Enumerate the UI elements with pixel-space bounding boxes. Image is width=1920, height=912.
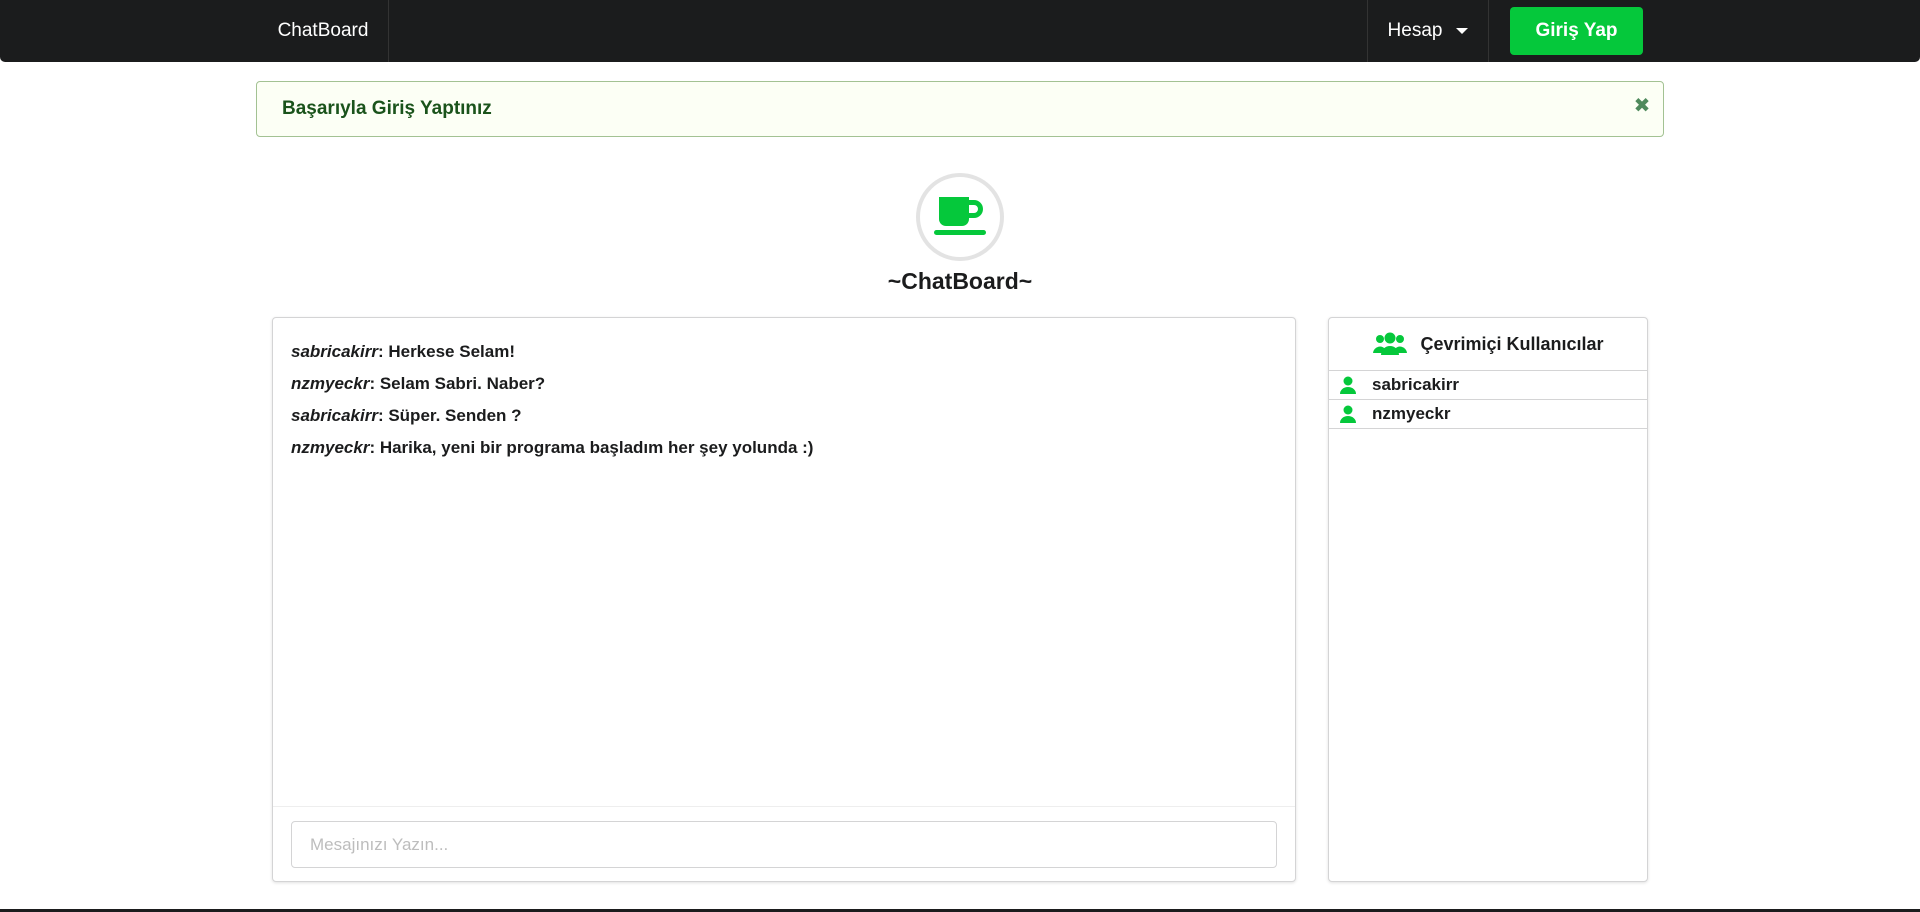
chat-message: sabricakirr: Herkese Selam!	[291, 336, 1277, 368]
message-input[interactable]	[291, 821, 1277, 868]
user-icon	[1340, 405, 1356, 423]
close-icon[interactable]: ✖	[1631, 95, 1653, 117]
brand-link[interactable]: ChatBoard	[258, 0, 389, 62]
online-user-name: nzmyeckr	[1372, 404, 1451, 423]
message-list: sabricakirr: Herkese Selam! nzmyeckr: Se…	[291, 336, 1277, 464]
success-alert: Başarıyla Giriş Yaptınız ✖	[256, 81, 1664, 137]
chat-message: nzmyeckr: Selam Sabri. Naber?	[291, 368, 1277, 400]
chat-panel: sabricakirr: Herkese Selam! nzmyeckr: Se…	[272, 317, 1296, 882]
alert-message: Başarıyla Giriş Yaptınız	[282, 98, 492, 119]
chat-footer	[273, 806, 1295, 881]
users-icon	[1373, 332, 1408, 355]
account-dropdown-label: Hesap	[1387, 20, 1443, 41]
top-navbar: ChatBoard Hesap Giriş Yap	[0, 0, 1920, 62]
caret-down-icon	[1456, 28, 1469, 34]
user-icon	[1340, 376, 1356, 394]
message-author: sabricakirr	[291, 342, 378, 361]
online-user-item[interactable]: sabricakirr	[1329, 371, 1647, 400]
online-users-header: Çevrimiçi Kullanıcılar	[1329, 318, 1647, 371]
message-author: sabricakirr	[291, 406, 378, 425]
message-author: nzmyeckr	[291, 438, 370, 457]
message-text: : Selam Sabri. Naber?	[369, 374, 546, 393]
chat-message: sabricakirr: Süper. Senden ?	[291, 400, 1277, 432]
online-users-title: Çevrimiçi Kullanıcılar	[1420, 333, 1604, 354]
page-title: ~ChatBoard~	[887, 268, 1033, 294]
logo	[916, 173, 1004, 261]
account-dropdown[interactable]: Hesap	[1367, 0, 1489, 62]
online-users-panel: Çevrimiçi Kullanıcılar sabricakirr nzmye…	[1328, 317, 1648, 882]
chat-message: nzmyeckr: Harika, yeni bir programa başl…	[291, 432, 1277, 464]
message-text: : Herkese Selam!	[377, 342, 515, 361]
online-user-name: sabricakirr	[1372, 375, 1459, 394]
message-text: : Harika, yeni bir programa başladım her…	[369, 438, 814, 457]
coffee-cup-icon	[934, 197, 986, 235]
message-author: nzmyeckr	[291, 374, 370, 393]
online-user-item[interactable]: nzmyeckr	[1329, 400, 1647, 429]
login-button[interactable]: Giriş Yap	[1510, 7, 1643, 55]
message-text: : Süper. Senden ?	[377, 406, 522, 425]
